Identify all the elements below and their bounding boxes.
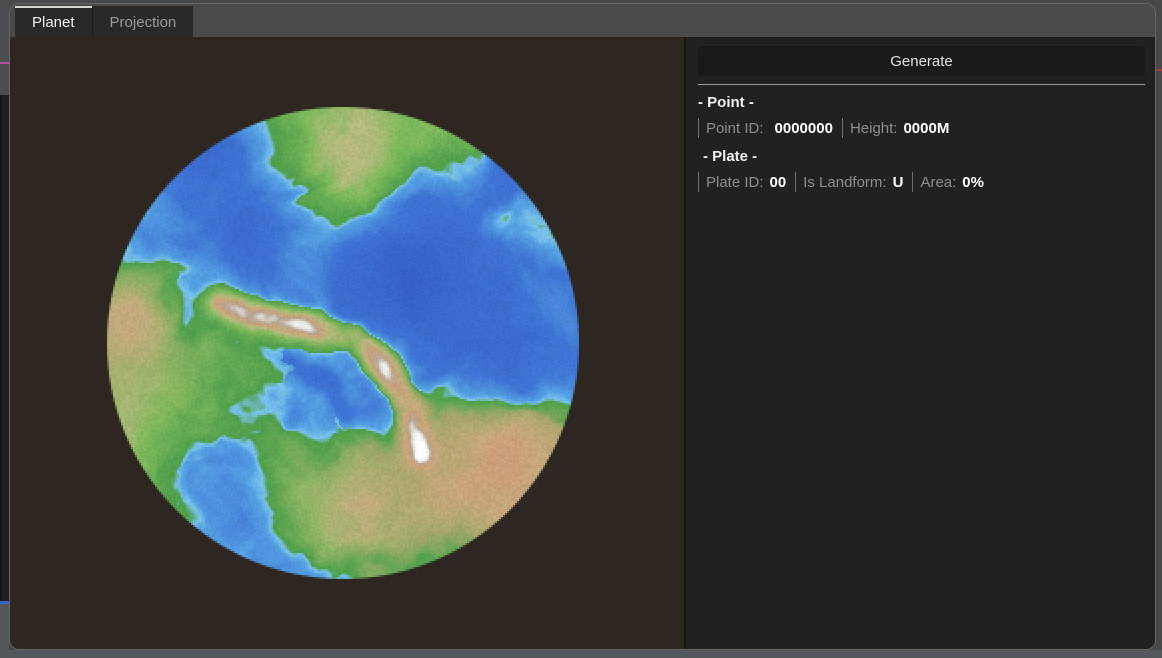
content-area: Generate - Point - Point ID: 0000000 Hei… (10, 37, 1155, 649)
area-label: Area: (920, 174, 956, 191)
is-landform-field: Is Landform: U (803, 174, 903, 191)
edge-red-tick (1156, 69, 1162, 71)
background-sliver-dark (0, 95, 9, 601)
field-divider-bar (912, 172, 913, 192)
height-value: 0000M (903, 120, 949, 137)
plate-id-value: 00 (770, 174, 787, 191)
plate-fields-row: Plate ID: 00 Is Landform: U Area: 0% (698, 171, 1145, 193)
field-divider-bar (698, 118, 699, 138)
planet-globe-canvas[interactable] (107, 107, 579, 579)
plate-section-title: - Plate - (698, 147, 1145, 167)
field-divider-bar (842, 118, 843, 138)
background-bottom-strip (0, 650, 1162, 658)
app-window: Planet Projection Generate - Point - Poi… (9, 3, 1156, 650)
generate-button[interactable]: Generate (698, 46, 1145, 76)
area-value: 0% (962, 174, 984, 191)
field-divider-bar (795, 172, 796, 192)
height-label: Height: (850, 120, 898, 137)
tab-projection[interactable]: Projection (92, 6, 194, 37)
background-sliver-top (0, 0, 9, 62)
area-field: Area: 0% (920, 174, 984, 191)
field-divider-bar (698, 172, 699, 192)
tab-bar: Planet Projection (10, 4, 1155, 37)
height-field: Height: 0000M (850, 120, 949, 137)
point-fields-row: Point ID: 0000000 Height: 0000M (698, 117, 1145, 139)
point-id-label: Point ID: (706, 120, 764, 137)
tab-planet[interactable]: Planet (15, 6, 92, 37)
point-id-value: 0000000 (775, 120, 833, 137)
side-panel: Generate - Point - Point ID: 0000000 Hei… (686, 37, 1155, 649)
planet-viewport[interactable] (10, 37, 684, 649)
plate-id-field: Plate ID: 00 (706, 174, 786, 191)
is-landform-value: U (893, 174, 904, 191)
tab-projection-label: Projection (110, 14, 177, 31)
panel-separator (698, 84, 1145, 85)
point-id-field: Point ID: 0000000 (706, 120, 833, 137)
is-landform-label: Is Landform: (803, 174, 886, 191)
plate-id-label: Plate ID: (706, 174, 764, 191)
point-section-title: - Point - (698, 93, 1145, 113)
tab-planet-label: Planet (32, 14, 75, 31)
tab-group: Planet Projection (15, 6, 193, 37)
background-sliver-mid (0, 64, 9, 95)
